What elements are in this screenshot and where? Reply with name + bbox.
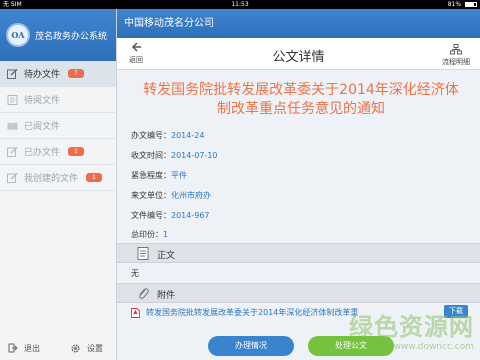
settings-label: 设置 (87, 343, 103, 353)
org-name: 中国移动茂名分公司 (124, 18, 214, 29)
field-print-copies: 总印份：1 (131, 229, 168, 240)
flowchart-icon (450, 44, 462, 55)
sidebar-item-to-read[interactable]: 待阅文件 (0, 87, 116, 113)
attachment-section-header: 附件 (117, 283, 480, 303)
processing-status-button[interactable]: 办理情况 (208, 336, 294, 356)
app-logo: OA (6, 23, 30, 47)
field-value: 2014-24 (171, 131, 205, 140)
field-value: 平件 (171, 171, 187, 180)
gear-icon (71, 343, 80, 353)
flow-details-button[interactable]: 流程明细 (442, 44, 470, 67)
paperclip-icon (139, 288, 149, 299)
clock: 11:53 (231, 1, 249, 8)
battery-status: 81% (448, 0, 477, 9)
field-label: 总印份： (131, 230, 163, 239)
sidebar-item-todo[interactable]: 待办文件 7 (0, 61, 116, 87)
watermark: 绿色资源网 www.downcc.com (349, 307, 474, 352)
battery-text: 81% (447, 1, 462, 8)
body-section-label: 正文 (157, 251, 176, 261)
sidebar-item-my-created[interactable]: 我创建的文件 1 (0, 165, 116, 191)
field-label: 文件编号： (131, 211, 171, 220)
sidebar-item-read[interactable]: 已阅文件 (0, 113, 116, 139)
sidebar-footer: 退出 设置 (0, 336, 117, 360)
field-label: 办文编号： (131, 131, 171, 140)
status-bar: 无 SIM 11:53 81% (0, 0, 480, 9)
sidebar-item-label: 我创建的文件 (24, 174, 79, 184)
field-value: 1 (163, 230, 169, 239)
field-source-unit: 来文单位：化州市府办 (131, 190, 211, 201)
app-brand: OA 茂名政务办公系统 (0, 9, 116, 61)
field-file-no: 办文编号：2014-24 (131, 130, 204, 141)
field-value: 化州市府办 (171, 191, 211, 200)
flow-details-label: 流程明细 (442, 58, 470, 66)
sidebar: OA 茂名政务办公系统 待办文件 7 待阅文件 已阅文件 已办文件 1 我创建的… (0, 9, 117, 360)
edit-doc-icon (7, 172, 18, 183)
open-book-icon (7, 122, 18, 130)
sidebar-item-label: 已办文件 (24, 148, 61, 158)
org-header: 中国移动茂名分公司 (117, 9, 480, 38)
logout-button[interactable]: 退出 (8, 343, 40, 354)
sidebar-item-label: 待办文件 (24, 70, 61, 80)
field-received-time: 收文时间：2014-07-10 (131, 150, 218, 161)
logout-label: 退出 (24, 343, 40, 353)
edit-doc-icon (7, 68, 18, 79)
field-document-no: 文件编号：2014-967 (131, 210, 210, 221)
field-label: 来文单位： (131, 191, 171, 200)
body-text: 无 (131, 269, 139, 278)
pdf-icon (131, 307, 140, 318)
attachment-link[interactable]: 转发国务院批转发展改革委关于2014年深化经济体制改革重 (131, 307, 358, 318)
field-value: 2014-967 (171, 211, 210, 220)
attachment-section-label: 附件 (157, 291, 176, 301)
attachment-name: 转发国务院批转发展改革委关于2014年深化经济体制改革重 (146, 308, 359, 317)
battery-icon (465, 2, 477, 7)
field-label: 紧急程度： (131, 171, 171, 180)
watermark-title: 绿色资源网 (349, 313, 474, 341)
toolbar: 返回 公文详情 流程明细 (117, 38, 480, 70)
field-value: 2014-07-10 (171, 151, 218, 160)
document-title: 转发国务院批转发展改革委关于2014年深化经济体制改革重点任务意见的通知 (143, 82, 459, 117)
app-name: 茂名政务办公系统 (35, 31, 108, 42)
page-title: 公文详情 (272, 50, 325, 65)
logout-icon (8, 343, 18, 353)
count-badge: 7 (68, 69, 84, 78)
settings-button[interactable]: 设置 (70, 343, 103, 354)
watermark-url: www.downcc.com (393, 342, 474, 352)
sidebar-item-done[interactable]: 已办文件 1 (0, 139, 116, 165)
document-icon (7, 94, 18, 105)
field-label: 收文时间： (131, 151, 171, 160)
sidebar-item-label: 已阅文件 (24, 122, 61, 132)
body-section-header: 正文 (117, 243, 480, 263)
edit-doc-icon (7, 146, 18, 157)
count-badge: 1 (68, 147, 84, 156)
count-badge: 1 (86, 173, 102, 182)
field-urgency: 紧急程度：平件 (131, 170, 187, 181)
sidebar-item-label: 待阅文件 (24, 96, 61, 106)
document-icon (137, 247, 149, 260)
